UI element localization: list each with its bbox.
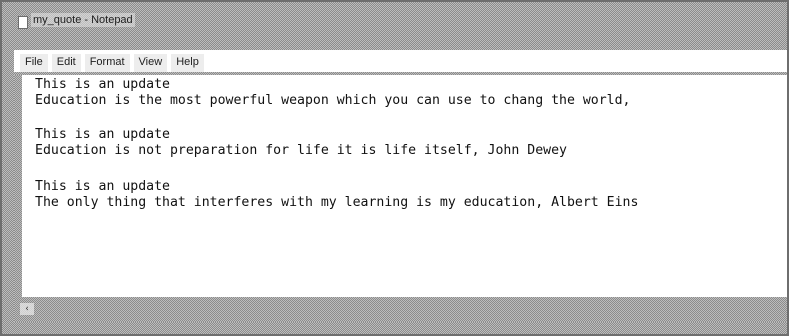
text-line: This is an update	[35, 127, 170, 142]
text-line: Education is the most powerful weapon wh…	[35, 93, 639, 108]
window-left-frame	[2, 48, 14, 322]
notepad-window: my_quote - Notepad File Edit Format View…	[0, 0, 789, 336]
text-line: The only thing that interferes with my l…	[35, 195, 639, 210]
text-line: This is an update	[35, 77, 170, 92]
chevron-left-icon[interactable]: ‹	[20, 303, 34, 315]
title-bar[interactable]: my_quote - Notepad	[2, 2, 787, 48]
menu-help[interactable]: Help	[171, 54, 204, 72]
menu-view[interactable]: View	[133, 54, 168, 72]
text-line: Education is not preparation for life it…	[35, 143, 567, 158]
menu-format[interactable]: Format	[84, 54, 130, 72]
status-bar	[2, 322, 787, 334]
editor-left-edge	[14, 75, 22, 297]
menu-file[interactable]: File	[20, 54, 48, 72]
text-line: This is an update	[35, 179, 170, 194]
notepad-icon	[18, 16, 28, 29]
text-editor[interactable]: This is an update Education is the most …	[14, 75, 787, 297]
menu-items: File Edit Format View Help	[20, 54, 208, 72]
menu-edit[interactable]: Edit	[51, 54, 81, 72]
horizontal-scrollbar[interactable]: ‹	[14, 297, 787, 322]
window-title: my_quote - Notepad	[31, 13, 135, 27]
